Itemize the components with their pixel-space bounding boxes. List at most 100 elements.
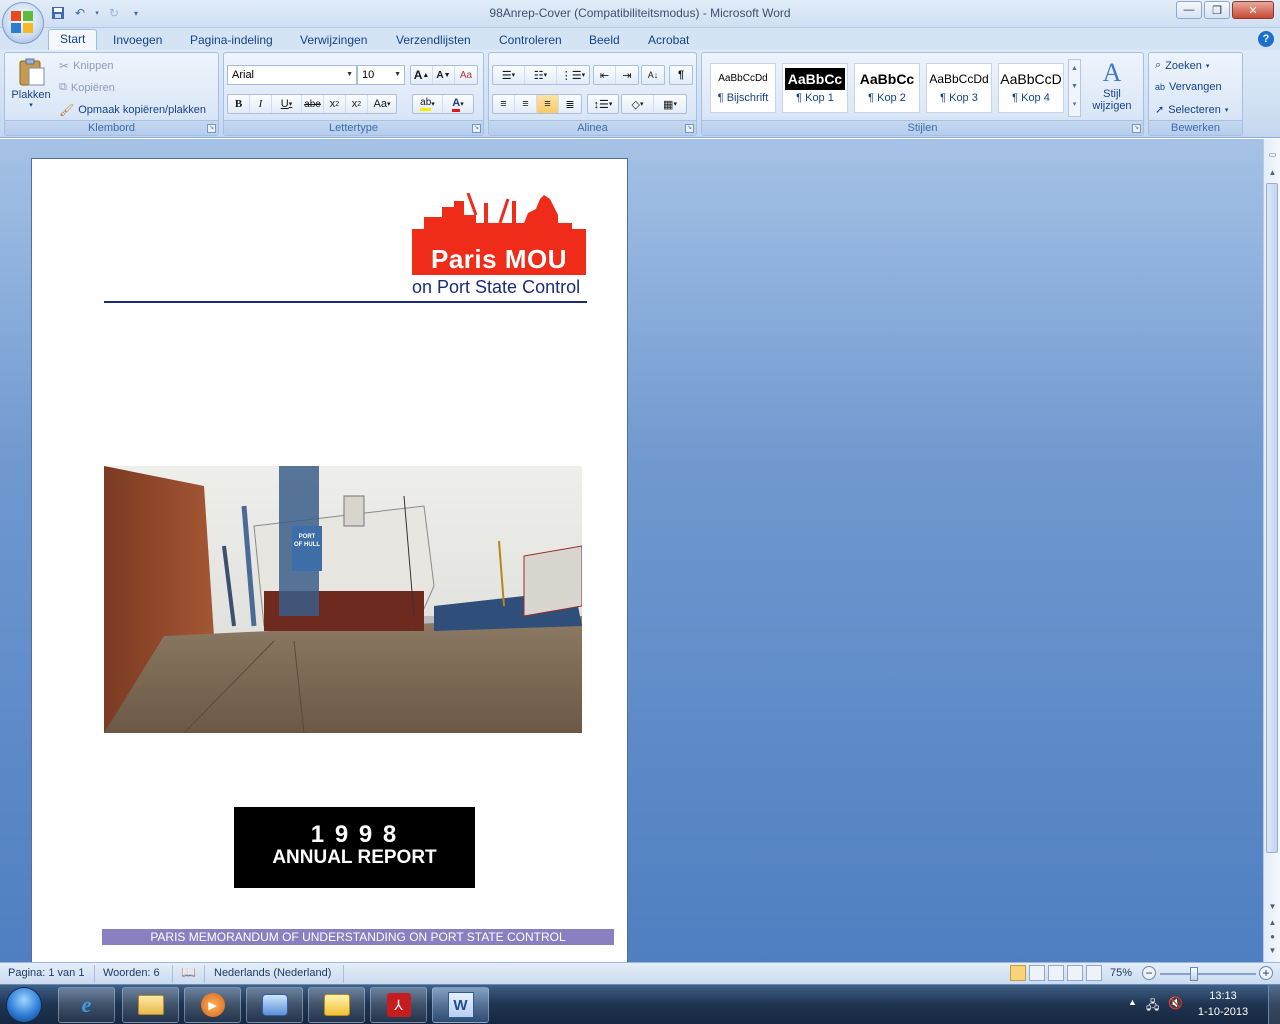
align-center-icon[interactable]: ≡ xyxy=(515,95,537,113)
subscript-icon[interactable]: x2 xyxy=(324,95,346,113)
web-layout-icon[interactable] xyxy=(1048,965,1064,981)
style-kop-3[interactable]: AaBbCcDd ¶ Kop 3 xyxy=(926,63,992,113)
numbering-icon[interactable]: ☷ ▾ xyxy=(525,66,557,84)
language[interactable]: Nederlands (Nederland) xyxy=(214,967,331,979)
window-controls: — ❐ ✕ xyxy=(1176,1,1274,19)
style-kop-2[interactable]: AaBbCc ¶ Kop 2 xyxy=(854,63,920,113)
superscript-icon[interactable]: x2 xyxy=(346,95,368,113)
zoom-out-icon[interactable]: − xyxy=(1142,966,1156,980)
remote-assistance-icon[interactable] xyxy=(246,987,303,1023)
style-bijschrift[interactable]: AaBbCcDd ¶ Bijschrift xyxy=(710,63,776,113)
bold-icon[interactable]: B xyxy=(228,95,250,113)
style-kop-1[interactable]: AaBbCc ¶ Kop 1 xyxy=(782,63,848,113)
font-launcher-icon[interactable]: ↘ xyxy=(472,124,481,133)
print-layout-icon[interactable] xyxy=(1010,965,1026,981)
clock-time[interactable]: 13:13 xyxy=(1188,990,1258,1002)
draft-view-icon[interactable] xyxy=(1086,965,1102,981)
document-page[interactable]: Paris MOU on Port State Control PORT OF … xyxy=(31,158,628,962)
annual-report-box: 1 9 9 8 ANNUAL REPORT xyxy=(234,807,475,888)
media-player-icon[interactable]: ▶ xyxy=(184,987,241,1023)
previous-page-icon[interactable]: ▲ xyxy=(1265,915,1280,930)
outlook-icon[interactable] xyxy=(308,987,365,1023)
decrease-indent-icon[interactable]: ⇤ xyxy=(594,66,616,84)
scroll-down-icon[interactable]: ▼ xyxy=(1265,899,1280,914)
styles-gallery-scroll[interactable]: ▲ ▼ ▾ xyxy=(1068,59,1081,117)
office-button[interactable] xyxy=(2,2,44,44)
vertical-scrollbar[interactable]: ▭ ▲ ▼ ▲ ● ▼ xyxy=(1263,139,1280,962)
start-button[interactable] xyxy=(2,985,46,1024)
internet-explorer-icon[interactable]: e xyxy=(58,987,115,1023)
clear-formatting-icon[interactable]: Aa xyxy=(455,66,477,84)
tab-beeld[interactable]: Beeld xyxy=(589,31,620,50)
scrollbar-thumb[interactable] xyxy=(1266,183,1278,853)
file-explorer-icon[interactable] xyxy=(122,987,179,1023)
multilevel-list-icon[interactable]: ⋮☰ ▾ xyxy=(557,66,589,84)
word-count[interactable]: Woorden: 6 xyxy=(103,967,160,979)
format-painter-button[interactable]: 🖌 Opmaak kopiëren/plakken xyxy=(59,103,206,117)
change-case-icon[interactable]: Aa ▾ xyxy=(368,95,396,113)
cut-button[interactable]: ✂ Knippen xyxy=(59,59,113,73)
windows-taskbar: e ▶ ⅄ W ▲ 🖧 🔇 13:13 1-10-2013 xyxy=(0,984,1280,1024)
paris-mou-logo: Paris MOU xyxy=(412,193,586,277)
find-button[interactable]: ⌕ Zoeken ▾ xyxy=(1155,59,1209,72)
proofing-icon[interactable]: 📖 xyxy=(181,965,196,979)
select-button[interactable]: ➚ Selecteren ▾ xyxy=(1155,103,1228,117)
tab-pagina-indeling[interactable]: Pagina-indeling xyxy=(190,31,273,50)
grow-font-icon[interactable]: A ▲ xyxy=(411,66,433,84)
scroll-up-icon[interactable]: ▲ xyxy=(1265,165,1280,180)
browse-object-icon[interactable]: ● xyxy=(1265,929,1280,944)
network-icon[interactable]: 🖧 xyxy=(1146,996,1159,1017)
tab-invoegen[interactable]: Invoegen xyxy=(113,31,162,50)
volume-muted-icon[interactable]: 🔇 xyxy=(1168,996,1183,1010)
page-count[interactable]: Pagina: 1 van 1 xyxy=(8,967,84,979)
clipboard-launcher-icon[interactable]: ↘ xyxy=(207,124,216,133)
font-color-icon[interactable]: A ▾ xyxy=(443,95,473,113)
align-right-icon[interactable]: ≡ xyxy=(537,95,559,113)
ruler-toggle-icon[interactable]: ▭ xyxy=(1265,147,1280,162)
tab-verwijzingen[interactable]: Verwijzingen xyxy=(300,31,367,50)
line-spacing-icon[interactable]: ↕☰ ▾ xyxy=(588,95,618,113)
style-kop-4[interactable]: AaBbCcD ¶ Kop 4 xyxy=(998,63,1064,113)
show-formatting-icon[interactable]: ¶ xyxy=(670,66,692,84)
styles-launcher-icon[interactable]: ↘ xyxy=(1132,124,1141,133)
minimize-button[interactable]: — xyxy=(1176,1,1202,19)
tab-verzendlijsten[interactable]: Verzendlijsten xyxy=(396,31,471,50)
zoom-slider-track[interactable] xyxy=(1160,973,1256,975)
close-button[interactable]: ✕ xyxy=(1232,1,1274,19)
tab-controleren[interactable]: Controleren xyxy=(499,31,562,50)
replace-button[interactable]: ab Vervangen xyxy=(1155,81,1222,93)
change-style-button[interactable]: A Stijl wijzigen xyxy=(1086,59,1138,113)
zoom-in-icon[interactable]: + xyxy=(1259,966,1273,980)
sort-icon[interactable]: A↓ xyxy=(642,66,664,84)
bullets-icon[interactable]: ☰ ▾ xyxy=(493,66,525,84)
full-screen-reading-icon[interactable] xyxy=(1029,965,1045,981)
paste-button[interactable]: Plakken ▾ xyxy=(9,57,53,109)
outline-view-icon[interactable] xyxy=(1067,965,1083,981)
underline-icon[interactable]: U ▾ xyxy=(272,95,302,113)
justify-icon[interactable]: ≣ xyxy=(559,95,581,113)
copy-button[interactable]: ⧉ Kopiëren xyxy=(59,81,115,94)
shrink-font-icon[interactable]: A ▼ xyxy=(433,66,455,84)
zoom-slider-thumb[interactable] xyxy=(1190,967,1198,981)
font-family-select[interactable]: Arial ▼ xyxy=(227,65,357,85)
show-hidden-icons-icon[interactable]: ▲ xyxy=(1128,997,1137,1007)
shading-icon[interactable]: ◇ ▾ xyxy=(622,95,654,113)
strikethrough-icon[interactable]: abe xyxy=(302,95,324,113)
adobe-reader-icon[interactable]: ⅄ xyxy=(370,987,427,1023)
increase-indent-icon[interactable]: ⇥ xyxy=(616,66,638,84)
restore-button[interactable]: ❐ xyxy=(1204,1,1230,19)
tab-start[interactable]: Start xyxy=(48,29,98,51)
borders-icon[interactable]: ▦ ▾ xyxy=(654,95,686,113)
show-desktop-button[interactable] xyxy=(1268,985,1280,1024)
tab-acrobat[interactable]: Acrobat xyxy=(648,31,689,50)
paragraph-launcher-icon[interactable]: ↘ xyxy=(685,124,694,133)
align-left-icon[interactable]: ≡ xyxy=(493,95,515,113)
next-page-icon[interactable]: ▼ xyxy=(1265,943,1280,958)
highlight-icon[interactable]: ab ▾ xyxy=(413,95,443,113)
italic-icon[interactable]: I xyxy=(250,95,272,113)
help-icon[interactable]: ? xyxy=(1258,31,1274,47)
clock-date[interactable]: 1-10-2013 xyxy=(1188,1006,1258,1018)
zoom-level[interactable]: 75% xyxy=(1110,967,1132,979)
word-taskbar-icon[interactable]: W xyxy=(432,987,489,1023)
font-size-select[interactable]: 10 ▼ xyxy=(357,65,405,85)
